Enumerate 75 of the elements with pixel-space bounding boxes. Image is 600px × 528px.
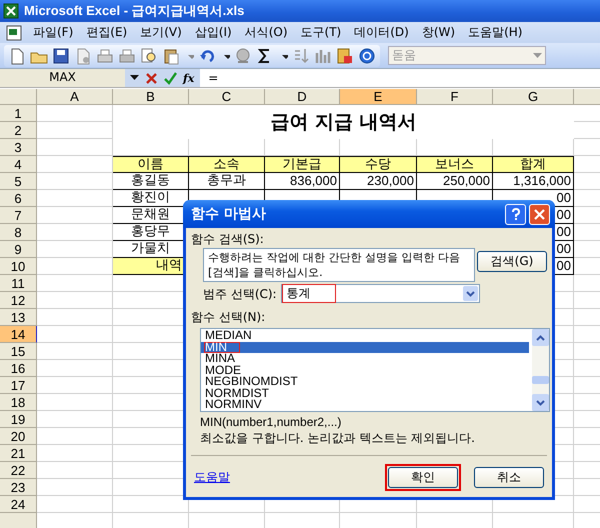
scroll-down-button[interactable]	[532, 394, 549, 411]
list-item[interactable]: NORMINV	[201, 399, 529, 410]
column-header[interactable]: B	[113, 89, 189, 105]
table-cell: 1,316,000	[493, 173, 574, 190]
help-button[interactable]	[505, 204, 526, 224]
help-icon[interactable]	[358, 46, 376, 64]
column-header[interactable]: G	[493, 89, 574, 105]
help-link[interactable]: 도움말	[194, 469, 230, 486]
cancel-button[interactable]: 취소	[474, 467, 544, 488]
list-item[interactable]: MIN	[201, 342, 529, 353]
dropdown-arrow-icon[interactable]	[130, 75, 139, 81]
table-cell: 소속	[189, 156, 265, 173]
printer-icon[interactable]	[118, 46, 136, 64]
column-header[interactable]: E	[340, 89, 417, 105]
menu-item[interactable]: 편집(E)	[79, 24, 134, 41]
table-cell: 수당	[340, 156, 417, 173]
menu-item[interactable]: 보기(V)	[133, 24, 188, 41]
table-cell: 합계	[493, 156, 574, 173]
formula-field[interactable]: =	[200, 71, 218, 85]
field-label: 범주 선택(C):	[203, 286, 277, 302]
table-cell: 836,000	[265, 173, 340, 190]
table-cell: 기본급	[265, 156, 340, 173]
list-item[interactable]: NEGBINOMDIST	[201, 376, 529, 388]
menu-item[interactable]: 도구(T)	[294, 24, 348, 41]
table-cell: 보너스	[417, 156, 493, 173]
search-button[interactable]: 검색(G)	[477, 251, 547, 272]
ok-button[interactable]: 확인	[388, 467, 458, 488]
category-dropdown[interactable]: 통계	[280, 284, 480, 303]
menu-item[interactable]: 서식(O)	[238, 24, 294, 41]
cancel-icon[interactable]	[145, 72, 158, 84]
dropdown-arrow-icon	[533, 52, 542, 58]
table-cell: 250,000	[417, 173, 493, 190]
question-mark-icon	[510, 208, 520, 220]
insert-function-button[interactable]: fx	[183, 72, 194, 84]
list-item[interactable]: NORMDIST	[201, 388, 529, 399]
column-header[interactable]: D	[265, 89, 340, 105]
field-label: 함수 검색(S):	[191, 231, 265, 247]
table-cell: 홍길동	[113, 173, 189, 190]
table-cell: 230,000	[340, 173, 417, 190]
scroll-thumb[interactable]	[532, 376, 549, 384]
font-name: 돋움	[392, 47, 416, 64]
dialog-title: 함수 마법사	[191, 205, 267, 223]
table-cell: 이름	[113, 156, 189, 173]
list-item[interactable]: MEDIAN	[201, 330, 529, 342]
table-cell: 총무과	[189, 173, 265, 190]
sheet-title: 급여 지급 내역서	[113, 105, 574, 139]
check-icon[interactable]	[164, 72, 177, 84]
column-header[interactable]: C	[189, 89, 265, 105]
menu-item[interactable]: 도움말(H)	[461, 24, 528, 41]
chevron-down-icon	[466, 290, 475, 296]
function-description: 최소값을 구합니다. 논리값과 텍스트는 제외됩니다.	[200, 430, 476, 447]
menu-item[interactable]: 파일(F)	[26, 24, 80, 41]
close-icon	[534, 208, 545, 220]
row-header[interactable]: 14	[0, 326, 37, 343]
scroll-up-button[interactable]	[532, 329, 549, 346]
list-item[interactable]: MODE	[201, 364, 529, 376]
search-field[interactable]: 수행하려는 작업에 대한 간단한 설명을 입력한 다음 [검색]을 클릭하십시오.	[203, 248, 475, 282]
field-label: 함수 선택(N):	[191, 309, 266, 325]
close-button[interactable]	[529, 204, 550, 224]
function-syntax: MIN(number1,number2,...)	[200, 415, 342, 429]
list-item[interactable]: MINA	[201, 353, 529, 364]
printer-icon[interactable]	[96, 46, 114, 64]
scrollbar[interactable]	[532, 329, 549, 411]
category-value: 통계	[282, 284, 336, 303]
menu-item[interactable]: 삽입(I)	[188, 24, 238, 41]
menu-item[interactable]: 데이터(D)	[347, 24, 415, 41]
column-header[interactable]: F	[417, 89, 493, 105]
chevron-down-icon	[536, 400, 545, 406]
menu-item[interactable]: 창(W)	[414, 24, 462, 41]
window-title: Microsoft Excel - 급여지급내역서.xls	[24, 2, 244, 20]
dropdown-button[interactable]	[462, 286, 478, 301]
spreadsheet-icon	[3, 3, 19, 19]
column-header[interactable]: A	[37, 89, 113, 105]
chevron-up-icon	[536, 334, 545, 340]
name-box[interactable]: MAX	[0, 69, 125, 87]
